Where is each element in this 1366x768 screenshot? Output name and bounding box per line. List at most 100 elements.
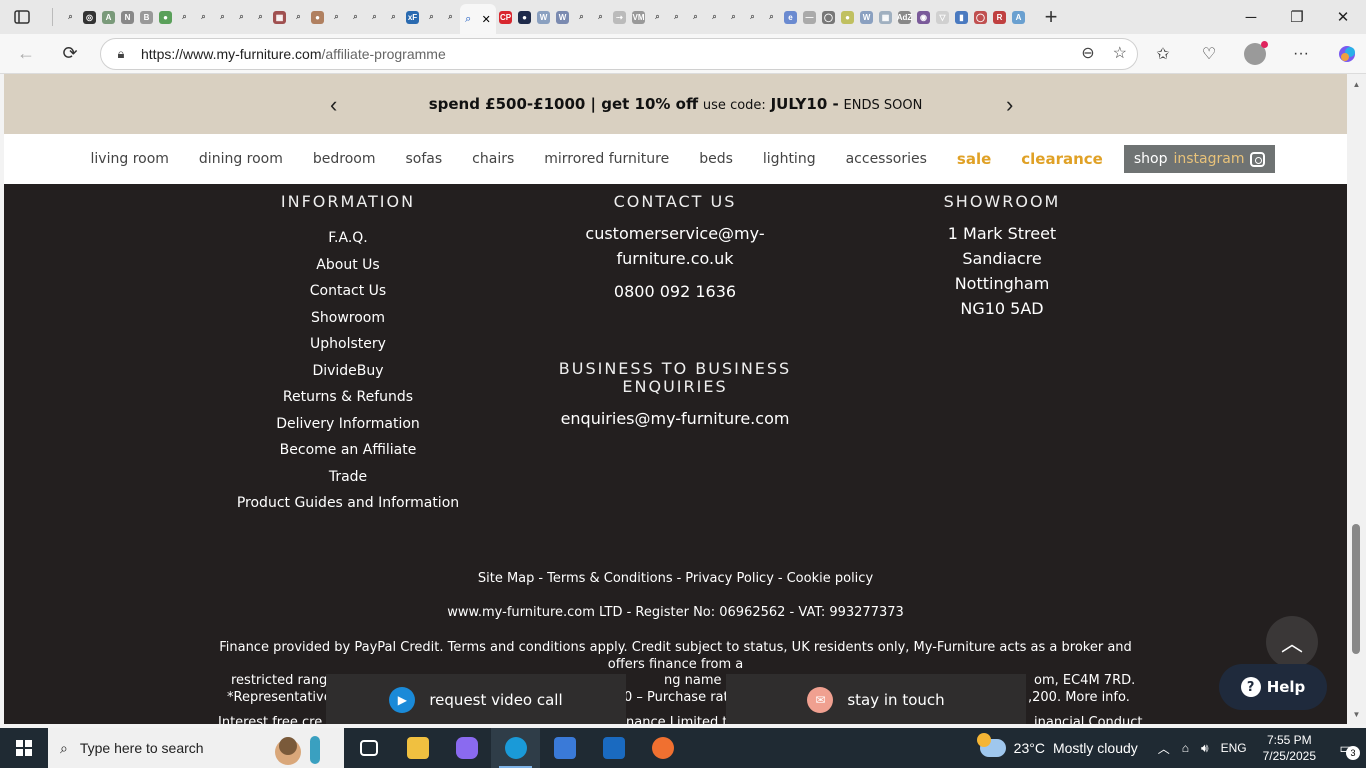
promo-next-icon[interactable]: › bbox=[1006, 92, 1013, 118]
legal-link[interactable]: Cookie policy bbox=[787, 571, 874, 586]
firefox-icon[interactable] bbox=[638, 728, 687, 768]
clock[interactable]: 7:55 PM 7/25/2025 bbox=[1263, 732, 1316, 764]
browser-tab[interactable]: ● bbox=[838, 0, 857, 34]
browser-tab[interactable]: R bbox=[990, 0, 1009, 34]
browser-tab[interactable]: ⌕ bbox=[213, 0, 232, 34]
shop-instagram-button[interactable]: shop instagram bbox=[1123, 145, 1276, 173]
back-to-top-button[interactable]: ︿ bbox=[1266, 616, 1318, 668]
information-link[interactable]: Become an Affiliate bbox=[198, 437, 498, 464]
outlook-icon[interactable] bbox=[589, 728, 638, 768]
nav-item[interactable]: beds bbox=[684, 151, 748, 167]
browser-tab[interactable]: ⌕ bbox=[365, 0, 384, 34]
favorites-icon[interactable]: ✩ bbox=[1144, 38, 1182, 70]
browser-essentials-icon[interactable]: ♡ bbox=[1190, 38, 1228, 70]
browser-tab[interactable]: AdZ bbox=[895, 0, 914, 34]
browser-tab[interactable]: e bbox=[781, 0, 800, 34]
scroll-up-icon[interactable]: ▲ bbox=[1347, 76, 1366, 92]
information-link[interactable]: Returns & Refunds bbox=[198, 384, 498, 411]
browser-tab[interactable]: ◉ bbox=[914, 0, 933, 34]
tab-actions-button[interactable] bbox=[0, 0, 44, 34]
information-link[interactable]: DivideBuy bbox=[198, 358, 498, 385]
b2b-email-link[interactable]: enquiries@my-furniture.com bbox=[525, 406, 825, 431]
nav-item[interactable]: accessories bbox=[831, 151, 942, 167]
browser-tab[interactable]: ▽ bbox=[933, 0, 952, 34]
language-indicator[interactable]: ENG bbox=[1221, 741, 1247, 755]
nav-item-clearance[interactable]: clearance bbox=[1006, 150, 1118, 168]
address-bar[interactable]: 🔒︎ https://www.my-furniture.com/affiliat… bbox=[100, 38, 1138, 70]
copilot-app-icon[interactable] bbox=[442, 728, 491, 768]
browser-tab[interactable]: A bbox=[1009, 0, 1028, 34]
information-link[interactable]: About Us bbox=[198, 252, 498, 279]
information-link[interactable]: Contact Us bbox=[198, 278, 498, 305]
scroll-thumb[interactable] bbox=[1352, 524, 1360, 654]
browser-tab[interactable]: ◯ bbox=[819, 0, 838, 34]
file-explorer-icon[interactable] bbox=[393, 728, 442, 768]
browser-tab[interactable]: ⌕ bbox=[724, 0, 743, 34]
edge-browser-icon[interactable] bbox=[491, 728, 540, 768]
more-menu-icon[interactable]: ··· bbox=[1282, 38, 1320, 70]
start-button[interactable] bbox=[0, 728, 48, 768]
network-icon[interactable]: ⌂ bbox=[1182, 741, 1189, 755]
browser-tab[interactable]: ◎ bbox=[80, 0, 99, 34]
page-scrollbar[interactable]: ▲ ▼ bbox=[1347, 74, 1366, 724]
reader-mode-icon[interactable]: ⊖ bbox=[1081, 43, 1094, 63]
volume-icon[interactable]: 🔊︎ bbox=[1201, 741, 1209, 756]
browser-tab[interactable]: ● bbox=[156, 0, 175, 34]
browser-tab[interactable]: W bbox=[534, 0, 553, 34]
scroll-down-icon[interactable]: ▼ bbox=[1347, 706, 1366, 722]
browser-tab[interactable]: ⌕ bbox=[384, 0, 403, 34]
weather-widget[interactable]: 23°C Mostly cloudy bbox=[976, 733, 1138, 757]
nav-item[interactable]: living room bbox=[76, 151, 184, 167]
active-tab[interactable]: ⌕ ✕ bbox=[460, 4, 496, 34]
close-tab-icon[interactable]: ✕ bbox=[482, 13, 491, 26]
microsoft-store-icon[interactable] bbox=[540, 728, 589, 768]
browser-tab[interactable]: W bbox=[553, 0, 572, 34]
back-button[interactable]: ← bbox=[8, 38, 44, 70]
browser-tab[interactable]: ▮ bbox=[952, 0, 971, 34]
browser-tab[interactable]: ▦ bbox=[876, 0, 895, 34]
chevron-up-tray-icon[interactable]: ︿ bbox=[1158, 740, 1170, 757]
browser-tab[interactable]: W bbox=[857, 0, 876, 34]
browser-tab[interactable]: ● bbox=[308, 0, 327, 34]
browser-tab[interactable]: ⌕ bbox=[667, 0, 686, 34]
information-link[interactable]: F.A.Q. bbox=[198, 225, 498, 252]
browser-tab[interactable]: ⌕ bbox=[251, 0, 270, 34]
url-text[interactable]: https://www.my-furniture.com/affiliate-p… bbox=[141, 46, 446, 62]
maximize-button[interactable]: ❐ bbox=[1274, 0, 1320, 34]
task-view-icon[interactable] bbox=[344, 728, 393, 768]
information-link[interactable]: Showroom bbox=[198, 305, 498, 332]
nav-item[interactable]: dining room bbox=[184, 151, 298, 167]
information-link[interactable]: Upholstery bbox=[198, 331, 498, 358]
browser-tab[interactable]: ⌕ bbox=[61, 0, 80, 34]
nav-item-sale[interactable]: sale bbox=[942, 150, 1006, 168]
browser-tab[interactable]: ⌕ bbox=[441, 0, 460, 34]
browser-tab[interactable]: ⌕ bbox=[346, 0, 365, 34]
legal-link[interactable]: Site Map bbox=[478, 571, 535, 586]
information-link[interactable]: Delivery Information bbox=[198, 411, 498, 438]
nav-item[interactable]: sofas bbox=[391, 151, 458, 167]
favorite-star-icon[interactable]: ☆ bbox=[1113, 43, 1127, 63]
profile-avatar[interactable] bbox=[1236, 38, 1274, 70]
browser-tab[interactable]: A bbox=[99, 0, 118, 34]
browser-tab[interactable]: — bbox=[800, 0, 819, 34]
reload-button[interactable]: ⟳ bbox=[52, 38, 88, 70]
browser-tab[interactable]: ⌕ bbox=[572, 0, 591, 34]
browser-tab[interactable]: ⌕ bbox=[762, 0, 781, 34]
promo-prev-icon[interactable]: ‹ bbox=[330, 92, 337, 118]
browser-tab[interactable]: ⇢ bbox=[610, 0, 629, 34]
browser-tab[interactable]: ⌕ bbox=[705, 0, 724, 34]
browser-tab[interactable]: VM bbox=[629, 0, 648, 34]
taskbar-search[interactable]: ⌕ Type here to search bbox=[48, 728, 344, 768]
browser-tab[interactable]: ⌕ bbox=[327, 0, 346, 34]
browser-tab[interactable]: ⌕ bbox=[232, 0, 251, 34]
browser-tab[interactable]: B bbox=[137, 0, 156, 34]
phone-link[interactable]: 0800 092 1636 bbox=[525, 279, 825, 304]
nav-item[interactable]: mirrored furniture bbox=[529, 151, 684, 167]
information-link[interactable]: Trade bbox=[198, 464, 498, 491]
help-button[interactable]: ? Help bbox=[1219, 664, 1327, 710]
browser-tab[interactable]: ⌕ bbox=[686, 0, 705, 34]
customer-email-link[interactable]: customerservice@my-furniture.co.uk bbox=[525, 221, 825, 271]
nav-item[interactable]: lighting bbox=[748, 151, 831, 167]
nav-item[interactable]: chairs bbox=[457, 151, 529, 167]
browser-tab[interactable]: N bbox=[118, 0, 137, 34]
